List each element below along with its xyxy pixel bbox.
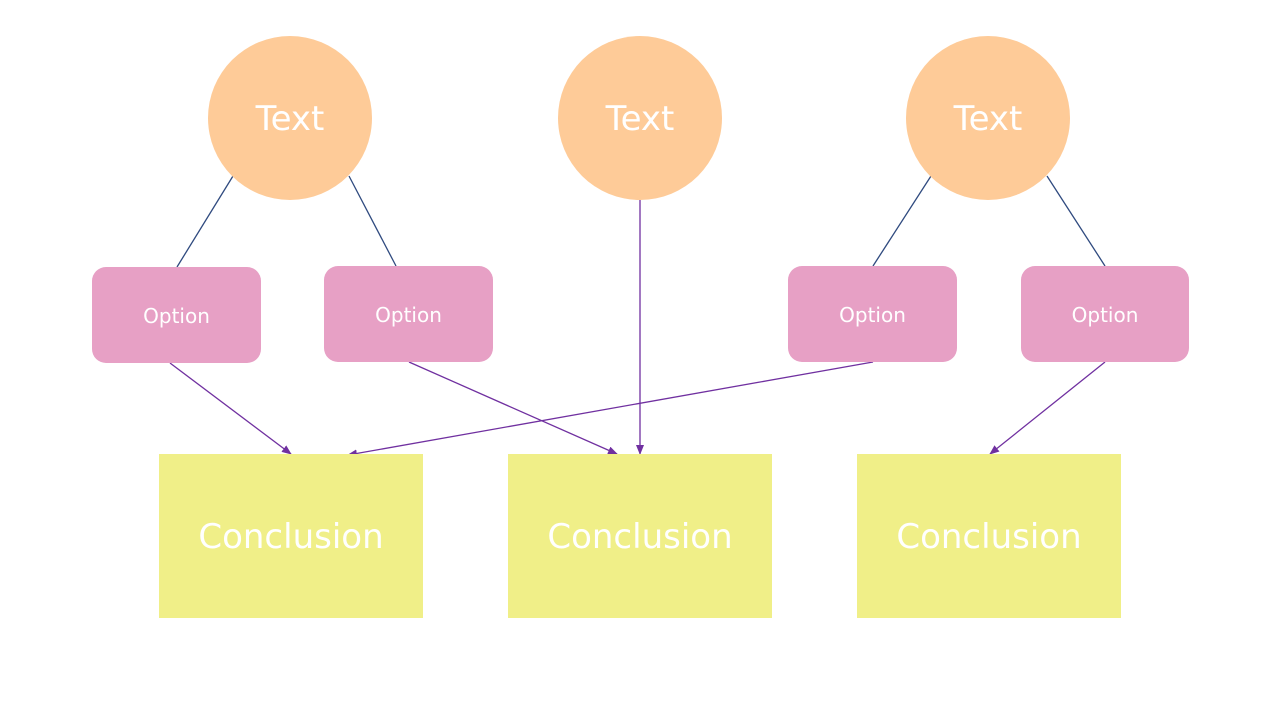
topic-circle-3-label: Text xyxy=(953,99,1023,139)
option-box-3-label: Option xyxy=(839,303,906,327)
line-c3-to-o3 xyxy=(872,175,932,267)
option-box-4[interactable]: Option xyxy=(1021,266,1189,362)
option-box-1-label: Option xyxy=(143,304,210,328)
conclusion-box-1[interactable]: Conclusion xyxy=(159,454,423,618)
option-box-4-label: Option xyxy=(1071,303,1139,327)
arrow-o3-to-k1 xyxy=(347,361,874,458)
line-c3-to-o4 xyxy=(1046,175,1106,267)
conclusion-box-1-label: Conclusion xyxy=(198,517,384,557)
conclusion-box-2-label: Conclusion xyxy=(547,517,733,557)
topic-circle-2-label: Text xyxy=(605,99,675,139)
topic-circle-2[interactable]: Text xyxy=(558,36,722,200)
arrow-o1-to-k1 xyxy=(169,362,292,455)
topic-circle-1-label: Text xyxy=(255,99,325,139)
arrow-o4-to-k3 xyxy=(989,361,1106,455)
arrow-o2-to-k2 xyxy=(408,361,618,455)
line-c1-to-o2 xyxy=(348,175,397,267)
line-c1-to-o1 xyxy=(176,175,234,268)
option-box-2-label: Option xyxy=(375,303,442,327)
option-box-1[interactable]: Option xyxy=(92,267,261,363)
option-box-3[interactable]: Option xyxy=(788,266,957,362)
conclusion-box-3[interactable]: Conclusion xyxy=(857,454,1121,618)
conclusion-box-2[interactable]: Conclusion xyxy=(508,454,772,618)
topic-circle-3[interactable]: Text xyxy=(906,36,1070,200)
topic-circle-1[interactable]: Text xyxy=(208,36,372,200)
option-box-2[interactable]: Option xyxy=(324,266,493,362)
conclusion-box-3-label: Conclusion xyxy=(896,517,1082,557)
